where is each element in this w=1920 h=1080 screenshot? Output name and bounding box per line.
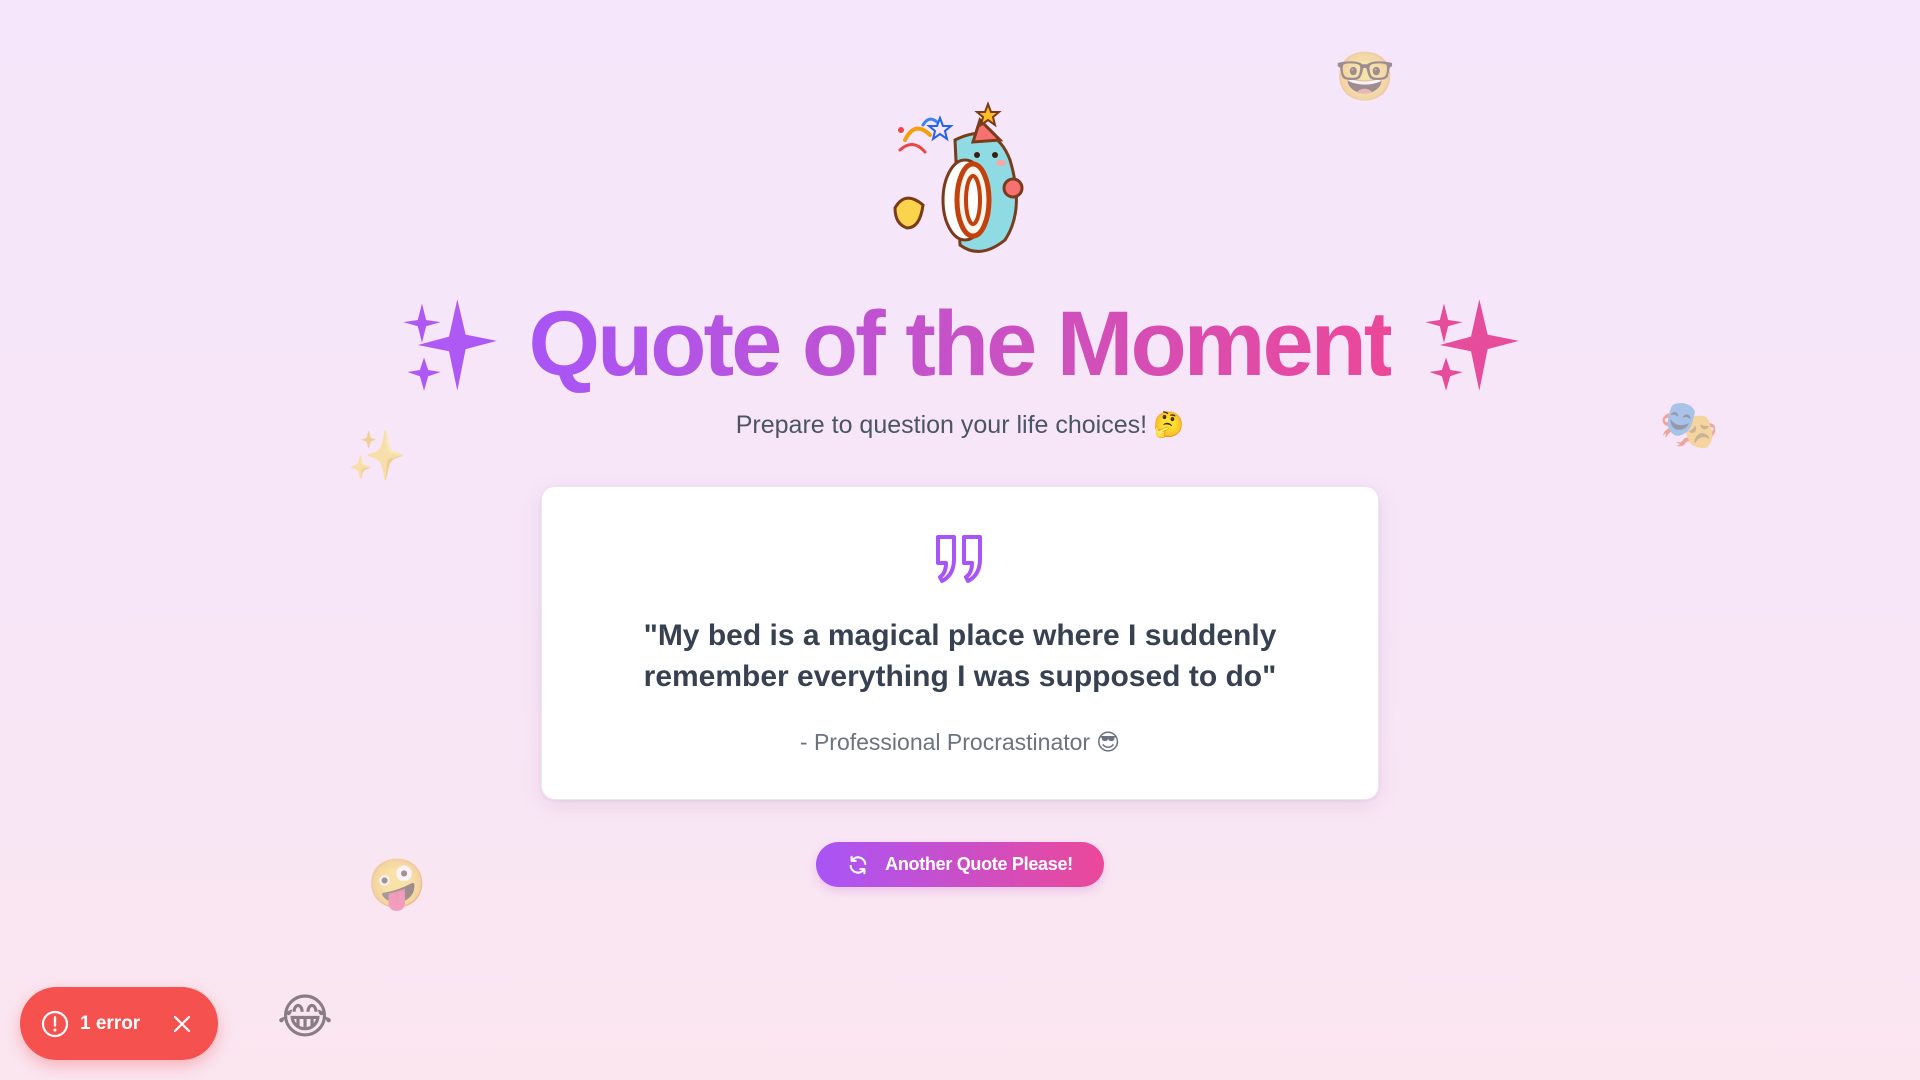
joy-face-emoji: 😂 [277,989,334,1045]
quote-author-text: - Professional Procrastinator [799,729,1091,755]
subtitle: Prepare to question your life choices! 🤔 [0,410,1920,440]
page-title: Quote of the Moment [528,293,1395,396]
quote-author: - Professional Procrastinator 😎 [542,729,1378,756]
thinking-face-emoji: 🤔 [1153,410,1185,439]
error-count-label: 1 error [80,1012,141,1034]
nerd-face-emoji: 🤓 [1335,49,1395,105]
quote-text: "My bed is a magical place where I sudde… [643,619,1277,693]
sparkle-icon [1425,299,1520,391]
refresh-icon [849,855,867,874]
quote-mark-icon [936,535,982,583]
another-quote-button[interactable]: Another Quote Please! [816,842,1104,887]
sunglasses-face-emoji: 😎 [1096,730,1121,756]
party-drum-mascot-icon [893,101,1024,253]
subtitle-text: Prepare to question your life choices! [735,411,1148,439]
alert-circle-icon [41,1010,69,1037]
close-icon[interactable] [170,1012,194,1036]
another-quote-button-label: Another Quote Please! [885,854,1073,874]
error-toast[interactable]: 1 error [20,987,218,1060]
title-row: Quote of the Moment [0,290,1920,400]
zany-face-emoji: 🤪 [367,856,427,912]
sparkle-icon [402,299,497,391]
quote-card: "My bed is a magical place where I sudde… [541,486,1379,800]
